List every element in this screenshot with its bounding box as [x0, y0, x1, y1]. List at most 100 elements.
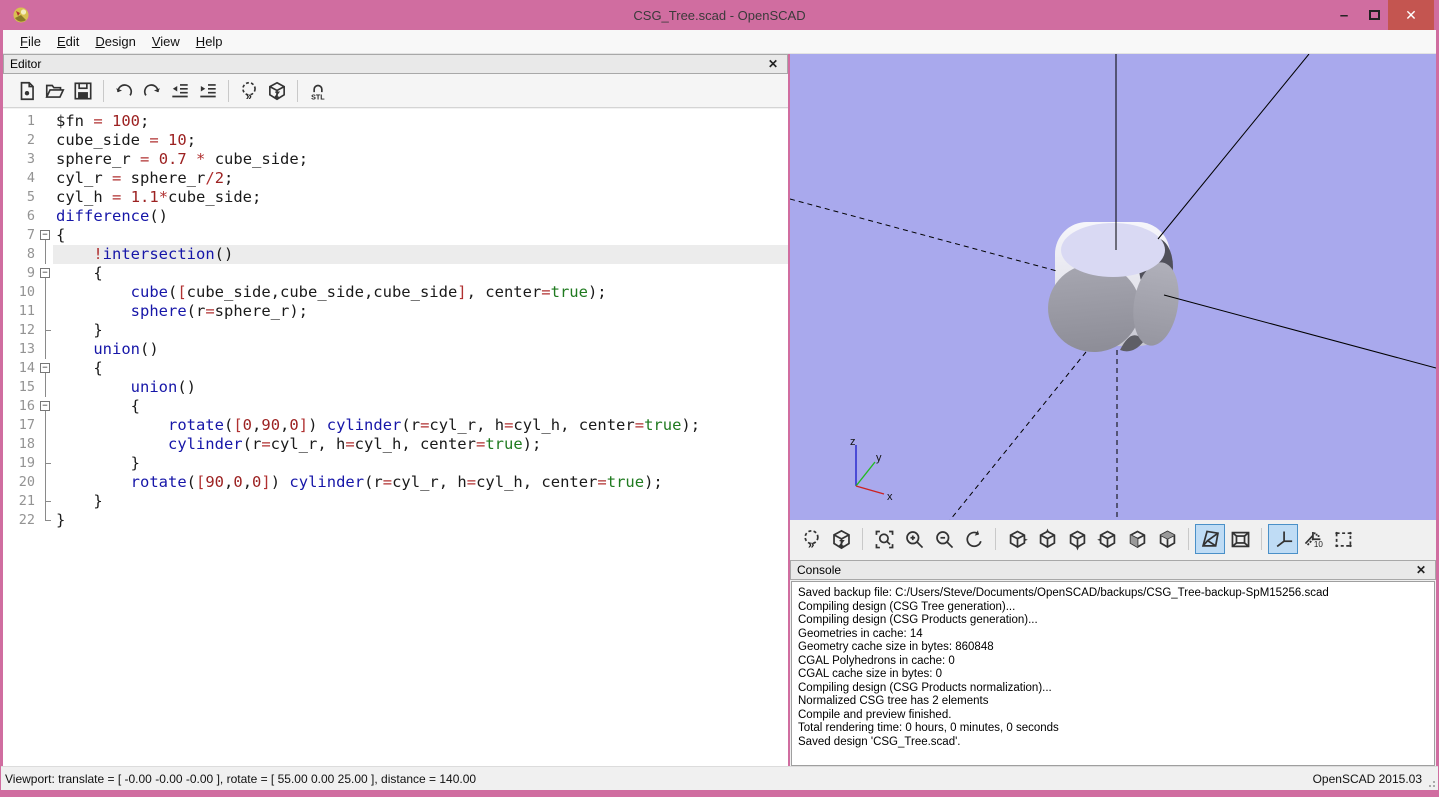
- fold-margin: [39, 511, 53, 530]
- resize-grip[interactable]: [1425, 777, 1435, 787]
- fold-collapse-icon[interactable]: −: [40, 401, 50, 411]
- fold-collapse-icon[interactable]: −: [40, 230, 50, 240]
- render-button[interactable]: [263, 77, 291, 105]
- fold-margin: [39, 150, 53, 169]
- console-line: Saved design 'CSG_Tree.scad'.: [798, 736, 1428, 750]
- console-close-icon[interactable]: ✕: [1413, 563, 1429, 577]
- code-line: 8 !intersection(): [3, 245, 788, 264]
- line-number: 20: [3, 473, 39, 492]
- fold-toggle[interactable]: −: [39, 359, 53, 378]
- console-log[interactable]: Saved backup file: C:/Users/Steve/Docume…: [791, 581, 1435, 766]
- maximize-icon: [1369, 10, 1380, 20]
- zoom-out-button[interactable]: [929, 524, 959, 554]
- code-line: 12 }: [3, 321, 788, 340]
- menu-help[interactable]: Help: [188, 31, 231, 52]
- minimize-button[interactable]: –: [1328, 0, 1360, 30]
- zoom-all-button[interactable]: [869, 524, 899, 554]
- new-icon: [16, 80, 38, 102]
- save-button[interactable]: [69, 77, 97, 105]
- show-crosshairs-icon: [1332, 528, 1355, 551]
- maximize-button[interactable]: [1360, 0, 1388, 30]
- code-editor[interactable]: 1$fn = 100;2cube_side = 10;3sphere_r = 0…: [3, 109, 788, 766]
- reset-view-button[interactable]: [959, 524, 989, 554]
- open-button[interactable]: [41, 77, 69, 105]
- fold-margin: [39, 188, 53, 207]
- editor-close-icon[interactable]: ✕: [765, 57, 781, 71]
- code-text: }: [53, 321, 103, 340]
- view-left-icon: [1096, 528, 1119, 551]
- orthogonal-button[interactable]: [1225, 524, 1255, 554]
- render-button[interactable]: [826, 524, 856, 554]
- undo-button[interactable]: [110, 77, 138, 105]
- new-button[interactable]: [13, 77, 41, 105]
- preview-button[interactable]: »: [235, 77, 263, 105]
- titlebar[interactable]: CSG_Tree.scad - OpenSCAD – ✕: [0, 0, 1439, 30]
- code-line: 3sphere_r = 0.7 * cube_side;: [3, 150, 788, 169]
- code-line: 21 }: [3, 492, 788, 511]
- show-axes-icon: [1272, 528, 1295, 551]
- show-scale-button[interactable]: 10: [1298, 524, 1328, 554]
- fold-collapse-icon[interactable]: −: [40, 268, 50, 278]
- line-number: 2: [3, 131, 39, 150]
- show-crosshairs-button[interactable]: [1328, 524, 1358, 554]
- code-text: }: [53, 454, 140, 473]
- export-stl-button[interactable]: STL: [304, 77, 332, 105]
- view-back-button[interactable]: [1152, 524, 1182, 554]
- unindent-button[interactable]: [166, 77, 194, 105]
- x-negative-axis: [790, 199, 1057, 271]
- menu-edit[interactable]: Edit: [49, 31, 87, 52]
- code-text: rotate([90,0,0]) cylinder(r=cyl_r, h=cyl…: [53, 473, 663, 492]
- console-line: Total rendering time: 0 hours, 0 minutes…: [798, 722, 1428, 736]
- view-top-button[interactable]: [1032, 524, 1062, 554]
- menu-design[interactable]: Design: [87, 31, 143, 52]
- app-version-text: OpenSCAD 2015.03: [1313, 772, 1438, 786]
- fold-toggle[interactable]: −: [39, 264, 53, 283]
- statusbar: Viewport: translate = [ -0.00 -0.00 -0.0…: [1, 766, 1438, 790]
- fold-collapse-icon[interactable]: −: [40, 363, 50, 373]
- editor-panel-title: Editor: [10, 57, 41, 71]
- view-right-button[interactable]: [1002, 524, 1032, 554]
- open-icon: [44, 80, 66, 102]
- code-line: 18 cylinder(r=cyl_r, h=cyl_h, center=tru…: [3, 435, 788, 454]
- perspective-button[interactable]: [1195, 524, 1225, 554]
- redo-button[interactable]: [138, 77, 166, 105]
- line-number: 9: [3, 264, 39, 283]
- line-number: 16: [3, 397, 39, 416]
- close-button[interactable]: ✕: [1388, 0, 1434, 30]
- toolbar-separator: [103, 80, 104, 102]
- view-right-icon: [1006, 528, 1029, 551]
- code-text: {: [53, 359, 103, 378]
- line-number: 7: [3, 226, 39, 245]
- code-text: {: [53, 226, 65, 245]
- view-left-button[interactable]: [1092, 524, 1122, 554]
- preview-icon: »: [238, 80, 260, 102]
- preview-button[interactable]: »: [796, 524, 826, 554]
- preview-icon: »: [800, 528, 823, 551]
- orientation-gizmo: z y x: [850, 436, 893, 503]
- window-title: CSG_Tree.scad - OpenSCAD: [0, 8, 1439, 23]
- view-front-icon: [1126, 528, 1149, 551]
- show-axes-button[interactable]: [1268, 524, 1298, 554]
- fold-margin: [39, 321, 53, 340]
- code-line: 11 sphere(r=sphere_r);: [3, 302, 788, 321]
- line-number: 11: [3, 302, 39, 321]
- fold-toggle[interactable]: −: [39, 397, 53, 416]
- view-bottom-button[interactable]: [1062, 524, 1092, 554]
- code-line: 6difference(): [3, 207, 788, 226]
- menu-view[interactable]: View: [144, 31, 188, 52]
- viewport-3d[interactable]: z y x: [790, 54, 1436, 520]
- fold-margin: [39, 112, 53, 131]
- editor-panel-titlebar[interactable]: Editor ✕: [3, 54, 788, 74]
- code-line: 20 rotate([90,0,0]) cylinder(r=cyl_r, h=…: [3, 473, 788, 492]
- zoom-in-button[interactable]: [899, 524, 929, 554]
- console-line: CGAL Polyhedrons in cache: 0: [798, 655, 1428, 669]
- indent-button[interactable]: [194, 77, 222, 105]
- view-front-button[interactable]: [1122, 524, 1152, 554]
- console-line: CGAL cache size in bytes: 0: [798, 668, 1428, 682]
- menu-file[interactable]: File: [12, 31, 49, 52]
- toolbar-separator: [1261, 528, 1262, 550]
- console-panel-titlebar[interactable]: Console ✕: [790, 560, 1436, 580]
- menubar: FileEditDesignViewHelp: [3, 30, 1436, 54]
- gizmo-z-label: z: [850, 436, 856, 448]
- fold-toggle[interactable]: −: [39, 226, 53, 245]
